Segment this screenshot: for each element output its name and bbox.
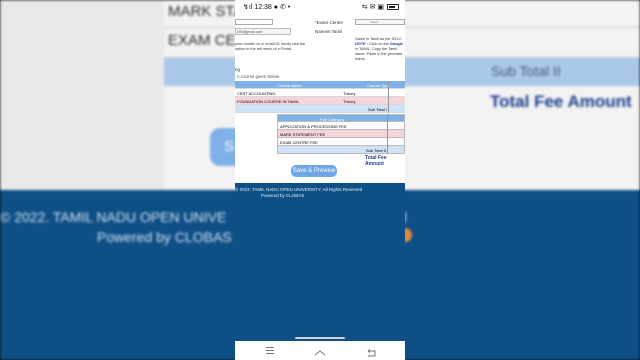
table-row: APPLICATION & PROCESSING FEE (277, 122, 405, 130)
left-note: your mobile no or email ID, kindly visit… (235, 42, 306, 51)
footer-copyright: © 2022. TAMIL NADU OPEN UNIVERSITY. All … (235, 187, 363, 192)
bg-button-letter: S (224, 138, 235, 155)
back-icon[interactable] (365, 345, 379, 357)
total-fee-label: Total Fee Amount (365, 155, 387, 167)
phone-screen: ↯ıl 12:38 ● ✆ • ⇆ ✉ ▣ Select *Exam Centr… (235, 0, 405, 360)
email-field[interactable]: 000@gmail.com (235, 28, 291, 35)
course-subtotal-label: Sub Total I (368, 107, 387, 112)
note-bold: NOTE : (355, 42, 368, 46)
table-row: MARK STATEMENT FEE (277, 130, 405, 138)
bg-powered: Powered by CLOBAS (97, 229, 232, 245)
fee-subtotal-label: Sub Total II (366, 148, 386, 153)
gesture-bar (295, 337, 345, 339)
exam-centre-select[interactable]: Select (355, 19, 405, 25)
screen: MARK STA EXAM CEN Sub Total II Total Fee… (0, 0, 640, 360)
status-icons: ⇆ ✉ ▣ (362, 3, 399, 11)
bg-total-label: Total Fee Amount (490, 92, 632, 111)
course-name: FOUNDATION COURSE IN TAMIL (237, 99, 300, 104)
page-footer: © 2022. TAMIL NADU OPEN UNIVERSITY. All … (235, 183, 405, 341)
android-nav-bar (235, 341, 405, 360)
home-icon[interactable] (313, 345, 327, 356)
right-note: Name in Tamil as per SSLC NOTE : Click o… (355, 37, 405, 62)
fee-name: EXAM CENTRE FEE (280, 140, 318, 145)
table-row: EXAM CENTRE FEE (277, 138, 405, 146)
status-time: ↯ıl 12:38 ● ✆ • (243, 4, 291, 11)
bg-left-strip (0, 0, 164, 190)
exam-centre-label: *Exam Centre (315, 20, 344, 25)
fee-table-header: Fee Category (277, 114, 405, 122)
right-note-text-3: in TAMIL. Copy the Tamil name. Paste in … (355, 47, 403, 61)
right-note-text: Name in Tamil as per SSLC (355, 37, 402, 41)
fee-subtotal-row: Sub Total II (277, 146, 405, 154)
fee-table-divider (387, 114, 388, 154)
table-row: CERT ACCOUNTING Theory (235, 89, 405, 97)
course-subtotal-row: Sub Total I (235, 105, 405, 113)
table-divider (388, 81, 389, 113)
course-type: Theory (343, 91, 356, 96)
bg-copyright: © 2022. TAMIL NADU OPEN UNIVE (0, 209, 227, 225)
footer-powered: Powered by CLOBAS (261, 193, 305, 198)
right-note-text-2: Click on the (368, 42, 389, 46)
course-select[interactable] (235, 19, 273, 25)
course-name: CERT ACCOUNTING (237, 91, 276, 96)
battery-icon (387, 4, 399, 11)
fee-name: APPLICATION & PROCESSING FEE (280, 124, 347, 129)
save-preview-button[interactable]: Save & Preview (291, 165, 337, 177)
status-right-text: ⇆ ✉ ▣ (361, 4, 384, 11)
table-row: FOUNDATION COURSE IN TAMIL Theory (235, 97, 405, 105)
fee-name: MARK STATEMENT FEE (280, 132, 326, 137)
recent-apps-icon[interactable] (263, 345, 277, 355)
header-course-name: Course Name (277, 83, 302, 88)
name-tamil-label: Namein Tamil (315, 29, 343, 34)
course-table-header: Course Name Course Type (235, 81, 405, 89)
section-caption: ng (235, 67, 241, 72)
course-type: Theory (343, 99, 356, 104)
status-bar: ↯ıl 12:38 ● ✆ • ⇆ ✉ ▣ (235, 0, 405, 14)
google-link[interactable]: Google (390, 42, 403, 46)
registration-form: Select *Exam Centre 000@gmail.com Namein… (235, 14, 405, 66)
bg-subtotal-label: Sub Total II (491, 63, 561, 79)
course-hint: n course given below (237, 74, 280, 79)
header-course-type: Course Type (367, 83, 390, 88)
